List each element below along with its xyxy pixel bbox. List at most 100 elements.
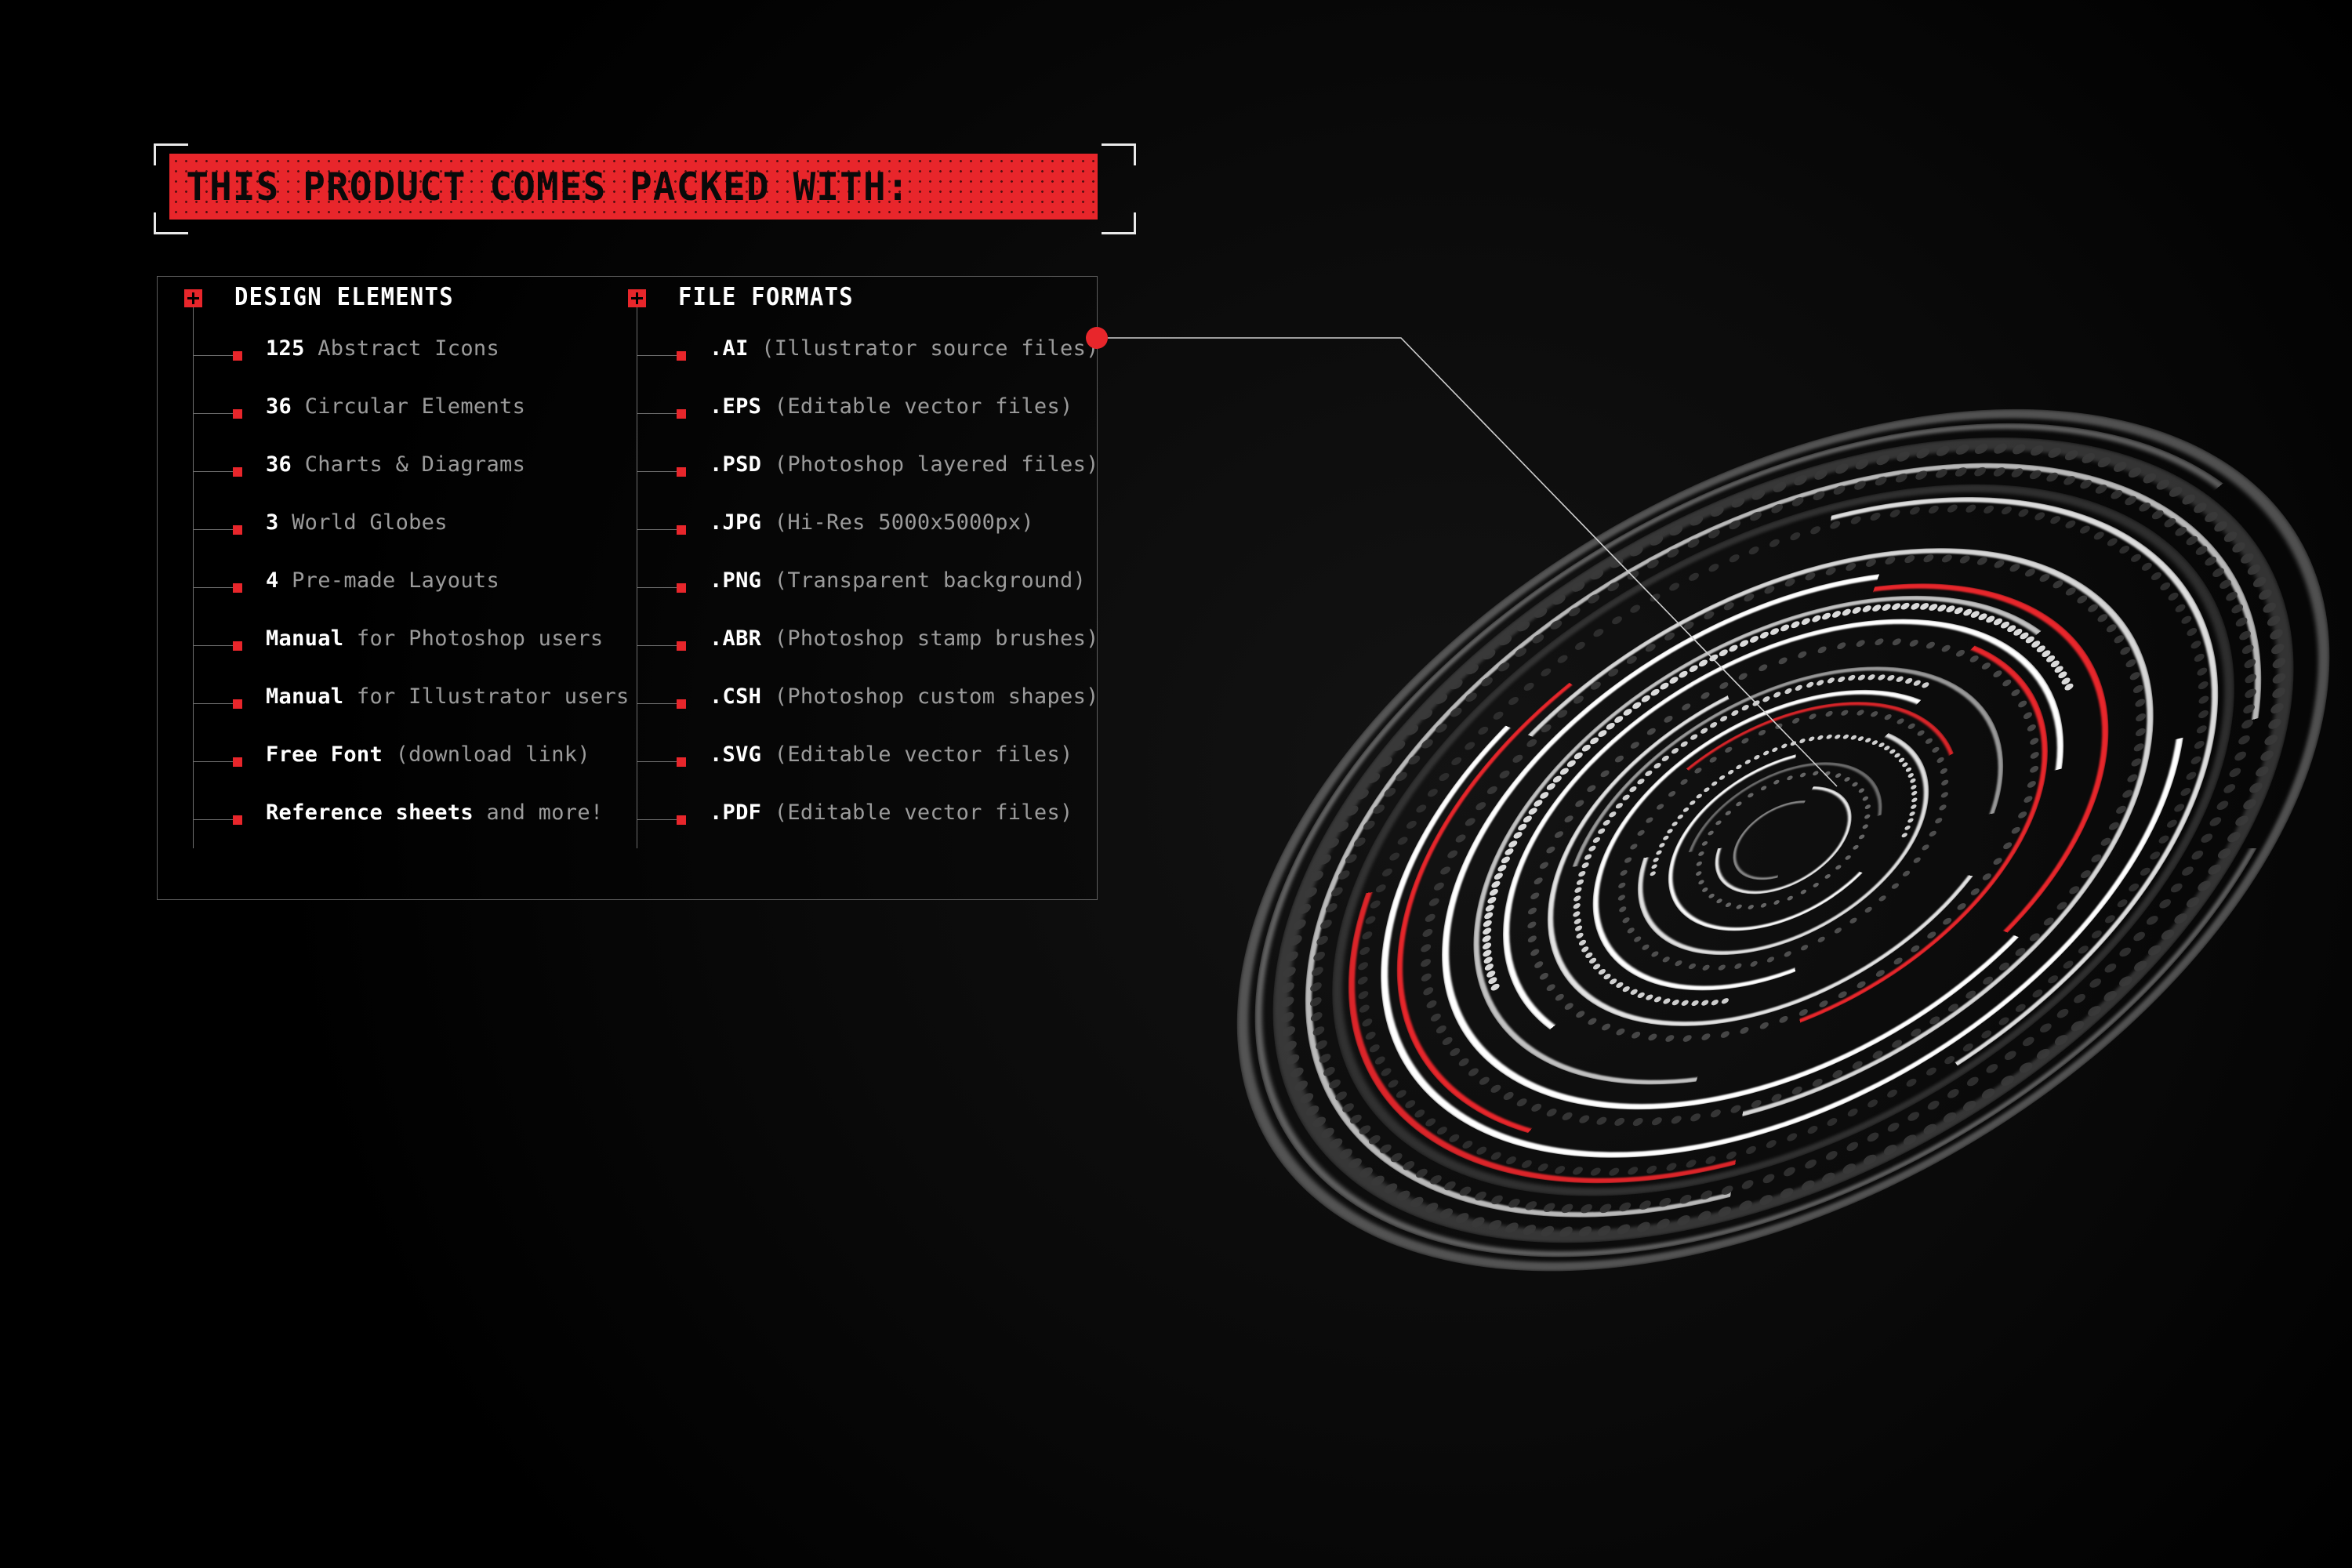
list-item-label: Circular Elements xyxy=(304,394,526,419)
list-item-label: for Illustrator users xyxy=(356,684,630,709)
features-panel: DESIGN ELEMENTS 125 Abstract Icons 36 Cir… xyxy=(157,276,1098,900)
list-item-value: 36 xyxy=(266,452,292,477)
list-item: .PSD (Photoshop layered files) xyxy=(628,443,1098,501)
list-item-value: .ABR xyxy=(710,626,762,651)
list-item-value: 3 xyxy=(266,510,279,535)
column-title-file-formats: FILE FORMATS xyxy=(678,283,854,311)
column-file-formats: FILE FORMATS .AI (Illustrator source fil… xyxy=(628,277,1098,848)
list-item-label: Pre-made Layouts xyxy=(292,568,500,593)
list-item-value: Reference sheets xyxy=(266,800,474,825)
connector-stub xyxy=(194,645,233,647)
connector-stub xyxy=(637,529,677,531)
list-item-label: (Editable vector files) xyxy=(774,742,1073,767)
list-item-value: Free Font xyxy=(266,742,383,767)
list-item-label: World Globes xyxy=(292,510,448,535)
list-item-label: (Transparent background) xyxy=(774,568,1087,593)
connector-stub xyxy=(637,587,677,589)
list-item-text: Manual for Photoshop users xyxy=(266,626,603,651)
list-item-text: .EPS (Editable vector files) xyxy=(710,394,1073,419)
list-item: .SVG (Editable vector files) xyxy=(628,733,1083,791)
list-item-text: Manual for Illustrator users xyxy=(266,684,630,709)
list-item: Free Font (download link) xyxy=(184,733,623,791)
header-banner: THIS PRODUCT COMES PACKED WITH: xyxy=(169,154,1098,220)
bullet-square xyxy=(677,815,686,825)
bullet-square xyxy=(677,583,686,593)
list-item: Reference sheets and more! xyxy=(184,791,623,849)
list-item: .ABR (Photoshop stamp brushes) xyxy=(628,617,1098,675)
list-item-value: .SVG xyxy=(710,742,762,767)
list-item-text: .ABR (Photoshop stamp brushes) xyxy=(710,626,1099,651)
list-item-text: 4 Pre-made Layouts xyxy=(266,568,499,593)
list-item: 36 Circular Elements xyxy=(184,385,623,443)
bullet-square xyxy=(233,525,242,535)
list-item-label: (Illustrator source files) xyxy=(761,336,1099,361)
connector-stub xyxy=(194,703,233,705)
list-item-value: 4 xyxy=(266,568,279,593)
list-item-text: .AI (Illustrator source files) xyxy=(710,336,1099,361)
list-item-value: Manual xyxy=(266,626,344,651)
connector-stub xyxy=(637,471,677,473)
circular-ring-graphic xyxy=(1160,172,2352,1521)
list-item-label: (download link) xyxy=(395,742,590,767)
list-item: .EPS (Editable vector files) xyxy=(628,385,1083,443)
bullet-square xyxy=(233,467,242,477)
bullet-square xyxy=(233,351,242,361)
connector-stub xyxy=(637,413,677,415)
list-item-value: 125 xyxy=(266,336,305,361)
list-item: .PDF (Editable vector files) xyxy=(628,791,1083,849)
list-item: Manual for Illustrator users xyxy=(184,675,629,733)
list-item: 125 Abstract Icons xyxy=(184,327,623,385)
connector-stub xyxy=(637,645,677,647)
bullet-square xyxy=(677,409,686,419)
plus-icon xyxy=(184,289,202,307)
list-item-text: 125 Abstract Icons xyxy=(266,336,499,361)
list-item: 36 Charts & Diagrams xyxy=(184,443,623,501)
list-item-value: .JPG xyxy=(710,510,762,535)
connector-stub xyxy=(194,587,233,589)
bullet-square xyxy=(677,351,686,361)
list-item-label: (Editable vector files) xyxy=(774,800,1073,825)
list-item-text: .PDF (Editable vector files) xyxy=(710,800,1073,825)
list-item-value: .AI xyxy=(710,336,749,361)
list-item-label: (Hi-Res 5000x5000px) xyxy=(774,510,1034,535)
list-item: .CSH (Photoshop custom shapes) xyxy=(628,675,1098,733)
bullet-square xyxy=(233,757,242,767)
connector-stub xyxy=(637,355,677,357)
list-item-text: .SVG (Editable vector files) xyxy=(710,742,1073,767)
connector-stub xyxy=(194,355,233,357)
connector-stub xyxy=(637,761,677,763)
column-design-elements: DESIGN ELEMENTS 125 Abstract Icons 36 Cir… xyxy=(184,277,629,848)
column-header-file-formats: FILE FORMATS xyxy=(628,277,1083,319)
list-item-label: Charts & Diagrams xyxy=(304,452,526,477)
list-item-text: .PNG (Transparent background) xyxy=(710,568,1086,593)
list-item-text: 36 Charts & Diagrams xyxy=(266,452,525,477)
bullet-square xyxy=(233,641,242,651)
bullet-square xyxy=(233,583,242,593)
page-title: THIS PRODUCT COMES PACKED WITH: xyxy=(186,164,910,209)
plus-icon xyxy=(628,289,646,307)
connector-stub xyxy=(194,413,233,415)
bullet-square xyxy=(233,815,242,825)
connector-stub xyxy=(194,819,233,821)
connector-stub xyxy=(637,819,677,821)
corner-bracket-bottom-left xyxy=(154,212,188,234)
list-item: 3 World Globes xyxy=(184,501,623,559)
list-item-value: .PDF xyxy=(710,800,762,825)
list-item-label: for Photoshop users xyxy=(356,626,604,651)
list-item: Manual for Photoshop users xyxy=(184,617,623,675)
list-item-text: 36 Circular Elements xyxy=(266,394,525,419)
connector-stub xyxy=(194,761,233,763)
bullet-square xyxy=(233,699,242,709)
list-item-text: 3 World Globes xyxy=(266,510,448,535)
ring-stage xyxy=(1160,183,2352,1497)
list-item-label: Abstract Icons xyxy=(318,336,500,361)
list-item-label: (Photoshop layered files) xyxy=(774,452,1099,477)
connector-stub xyxy=(194,529,233,531)
list-item-text: .PSD (Photoshop layered files) xyxy=(710,452,1099,477)
list-item: 4 Pre-made Layouts xyxy=(184,559,623,617)
bullet-square xyxy=(677,699,686,709)
list-item-value: .EPS xyxy=(710,394,762,419)
bullet-square xyxy=(233,409,242,419)
list-design-elements: 125 Abstract Icons 36 Circular Elements 36… xyxy=(184,327,629,849)
bullet-square xyxy=(677,467,686,477)
